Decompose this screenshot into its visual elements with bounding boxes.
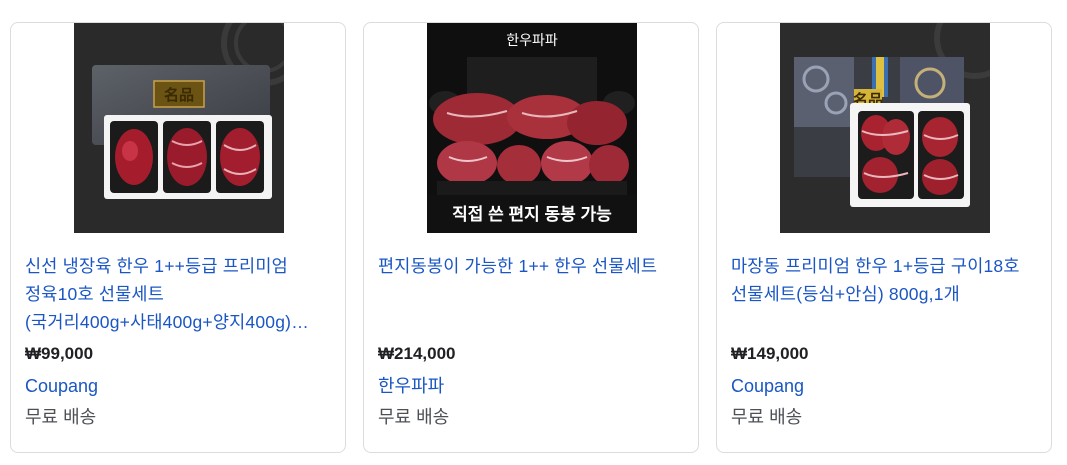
product-card[interactable]: 名品 신선 냉장육 한우 1++등급 프리미엄 정육10호 선물세트(국거리40… [10,22,346,453]
product-image[interactable]: 名品 [780,23,990,233]
product-image[interactable]: 名品 [74,23,284,233]
shipping-info: 무료 배송 [25,407,97,427]
product-photo-meat-gift-box: 名品 [74,23,284,233]
product-title-link[interactable]: 편지동봉이 가능한 1++ 한우 선물세트 [378,252,683,280]
product-card[interactable]: 한우파파 직접 쓴 편지 동봉 가능 편지동봉이 가능한 1++ 한우 선물세트… [363,22,699,453]
product-photo-premium-gift-set: 名品 [780,23,990,233]
seal-label: 名品 [164,86,194,104]
banner-caption: 직접 쓴 편지 동봉 가능 [452,205,612,224]
product-title-link[interactable]: 마장동 프리미엄 한우 1+등급 구이18호 선물세트(등심+안심) 800g,… [731,252,1036,308]
shipping-info: 무료 배송 [378,407,450,427]
product-card[interactable]: 名品 마장동 프리미엄 한우 1+등급 구이18호 선물세트(등심+안심) 80… [716,22,1052,453]
product-image[interactable]: 한우파파 직접 쓴 편지 동봉 가능 [427,23,637,233]
brand-logo-text: 한우파파 [506,33,558,49]
seller-link[interactable]: 한우파파 [378,374,444,398]
product-carousel: 名品 신선 냉장육 한우 1++등급 프리미엄 정육10호 선물세트(국거리40… [0,0,1067,465]
product-photo-hanwoo-meat-display: 한우파파 직접 쓴 편지 동봉 가능 [427,23,637,233]
seller-link[interactable]: Coupang [731,374,804,398]
shipping-info: 무료 배송 [731,407,803,427]
product-price: ₩99,000 [25,344,94,363]
product-price: ₩149,000 [731,344,809,363]
product-price: ₩214,000 [378,344,456,363]
product-title-link[interactable]: 신선 냉장육 한우 1++등급 프리미엄 정육10호 선물세트(국거리400g+… [25,252,330,336]
seller-link[interactable]: Coupang [25,374,98,398]
